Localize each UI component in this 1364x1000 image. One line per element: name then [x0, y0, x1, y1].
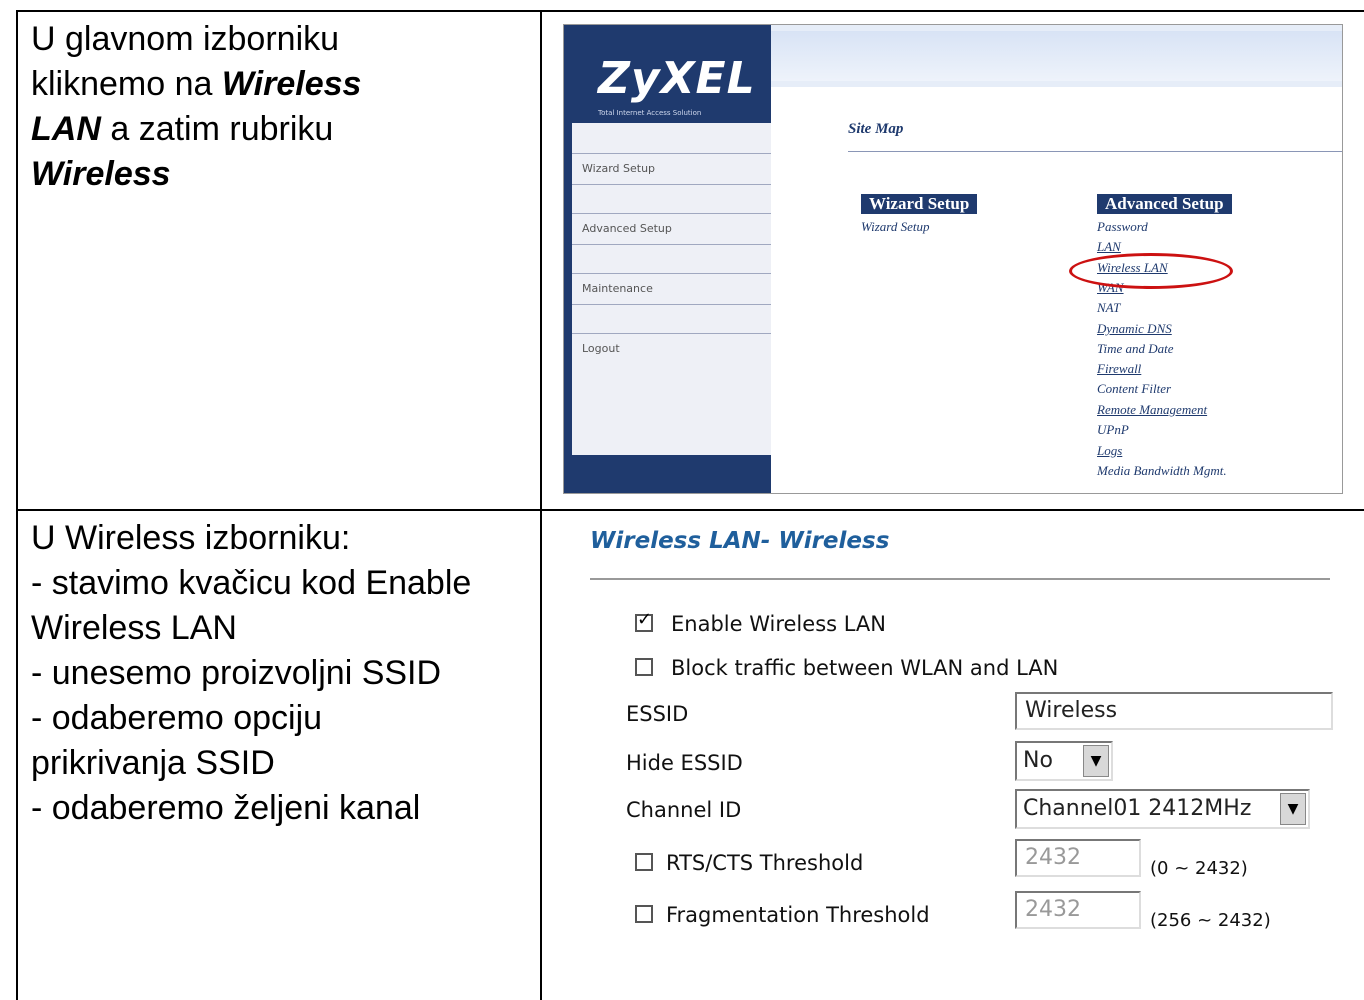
- zyxel-logo: ZyXEL Total Internet Access Solution: [572, 31, 767, 123]
- instruction-line: kliknemo na Wireless: [31, 62, 361, 107]
- dropdown-arrow-icon[interactable]: ▼: [1280, 793, 1306, 825]
- fragmentation-input[interactable]: 2432: [1015, 891, 1141, 929]
- wireless-form-divider: [590, 578, 1330, 580]
- instruction-line: Wireless: [31, 152, 361, 197]
- menu-item-logout[interactable]: Logout: [572, 333, 772, 456]
- table-border-center: [540, 10, 542, 1000]
- rts-cts-input[interactable]: 2432: [1015, 839, 1141, 877]
- rts-cts-checkbox[interactable]: [635, 853, 653, 871]
- fragmentation-range: (256 ~ 2432): [1150, 910, 1271, 931]
- instruction-line: - odaberemo željeni kanal: [31, 789, 421, 827]
- instruction-line: - unesemo proizvoljni SSID: [31, 654, 442, 692]
- rts-cts-range: (0 ~ 2432): [1150, 858, 1248, 879]
- instruction-line: Wireless LAN: [31, 609, 237, 647]
- link-password[interactable]: Password: [1097, 217, 1148, 237]
- instruction-emphasis: Wireless: [31, 155, 171, 193]
- hide-essid-select[interactable]: No ▼: [1015, 741, 1113, 781]
- essid-label: ESSID: [626, 702, 689, 726]
- instruction-text: a zatim rubriku: [100, 110, 334, 148]
- link-time-and-date[interactable]: Time and Date: [1097, 339, 1174, 359]
- table-border-top: [16, 10, 1364, 12]
- link-wizard-setup[interactable]: Wizard Setup: [861, 217, 930, 237]
- instruction-line: U Wireless izborniku:: [31, 519, 351, 557]
- link-upnp[interactable]: UPnP: [1097, 420, 1129, 440]
- instruction-row2: U Wireless izborniku: - stavimo kvačicu …: [31, 516, 471, 831]
- zyxel-menu: Wizard Setup Advanced Setup Maintenance …: [572, 123, 772, 455]
- menu-item-label: Advanced Setup: [582, 222, 672, 235]
- instruction-line: prikrivanja SSID: [31, 744, 275, 782]
- link-nat[interactable]: NAT: [1097, 298, 1120, 318]
- zyxel-logo-text: ZyXEL: [598, 53, 756, 104]
- fragmentation-checkbox[interactable]: [635, 905, 653, 923]
- zyxel-topbar-gradient: [771, 31, 1342, 81]
- channel-id-select[interactable]: Channel01 2412MHz ▼: [1015, 789, 1310, 829]
- link-media-bandwidth[interactable]: Media Bandwidth Mgmt.: [1097, 461, 1227, 481]
- instruction-emphasis: Wireless: [221, 65, 362, 103]
- menu-item-label: Wizard Setup: [582, 162, 656, 175]
- channel-id-label: Channel ID: [626, 798, 742, 822]
- menu-item-wizard-setup[interactable]: Wizard Setup: [572, 153, 772, 185]
- sitemap-divider: [848, 151, 1342, 152]
- check-icon: ✓: [637, 609, 653, 630]
- instruction-line: - odaberemo opciju: [31, 699, 323, 737]
- wireless-form-title: Wireless LAN- Wireless: [590, 528, 890, 554]
- instruction-line: - stavimo kvačicu kod Enable: [31, 564, 472, 602]
- enable-wireless-checkbox[interactable]: ✓: [635, 610, 653, 632]
- menu-item-advanced-setup[interactable]: Advanced Setup: [572, 213, 772, 245]
- instruction-line: U glavnom izborniku: [31, 20, 340, 58]
- channel-id-value: Channel01 2412MHz: [1023, 796, 1252, 821]
- enable-wireless-label: Enable Wireless LAN: [671, 612, 887, 636]
- highlight-oval: [1069, 253, 1233, 289]
- instruction-emphasis: LAN: [31, 110, 101, 148]
- block-traffic-checkbox[interactable]: [635, 658, 653, 676]
- rts-cts-label: RTS/CTS Threshold: [666, 851, 864, 875]
- menu-item-label: Logout: [582, 342, 620, 355]
- table-border-middle: [16, 509, 1364, 511]
- link-dynamic-dns[interactable]: Dynamic DNS: [1097, 319, 1172, 339]
- link-content-filter[interactable]: Content Filter: [1097, 379, 1171, 399]
- zyxel-sitemap-screenshot: ZyXEL Total Internet Access Solution Wiz…: [563, 24, 1343, 494]
- menu-item-maintenance[interactable]: Maintenance: [572, 273, 772, 305]
- instruction-line: LAN a zatim rubriku: [31, 107, 361, 152]
- menu-item-label: Maintenance: [582, 282, 653, 295]
- instruction-text: kliknemo na: [31, 65, 222, 103]
- link-firewall[interactable]: Firewall: [1097, 359, 1141, 379]
- table-border-left: [16, 10, 18, 1000]
- hide-essid-label: Hide ESSID: [626, 751, 743, 775]
- link-logs[interactable]: Logs: [1097, 441, 1122, 461]
- zyxel-tagline: Total Internet Access Solution: [598, 109, 702, 117]
- instruction-row1: U glavnom izborniku kliknemo na Wireless…: [31, 17, 361, 197]
- essid-input[interactable]: Wireless: [1015, 692, 1333, 730]
- dropdown-arrow-icon[interactable]: ▼: [1083, 745, 1109, 777]
- wizard-setup-header: Wizard Setup: [861, 194, 978, 214]
- block-traffic-label: Block traffic between WLAN and LAN: [671, 656, 1059, 680]
- hide-essid-value: No: [1023, 748, 1053, 773]
- fragmentation-label: Fragmentation Threshold: [666, 903, 930, 927]
- advanced-setup-header: Advanced Setup: [1097, 194, 1232, 214]
- zyxel-content: [771, 87, 1342, 493]
- link-remote-management[interactable]: Remote Management: [1097, 400, 1207, 420]
- sitemap-title: Site Map: [848, 121, 904, 137]
